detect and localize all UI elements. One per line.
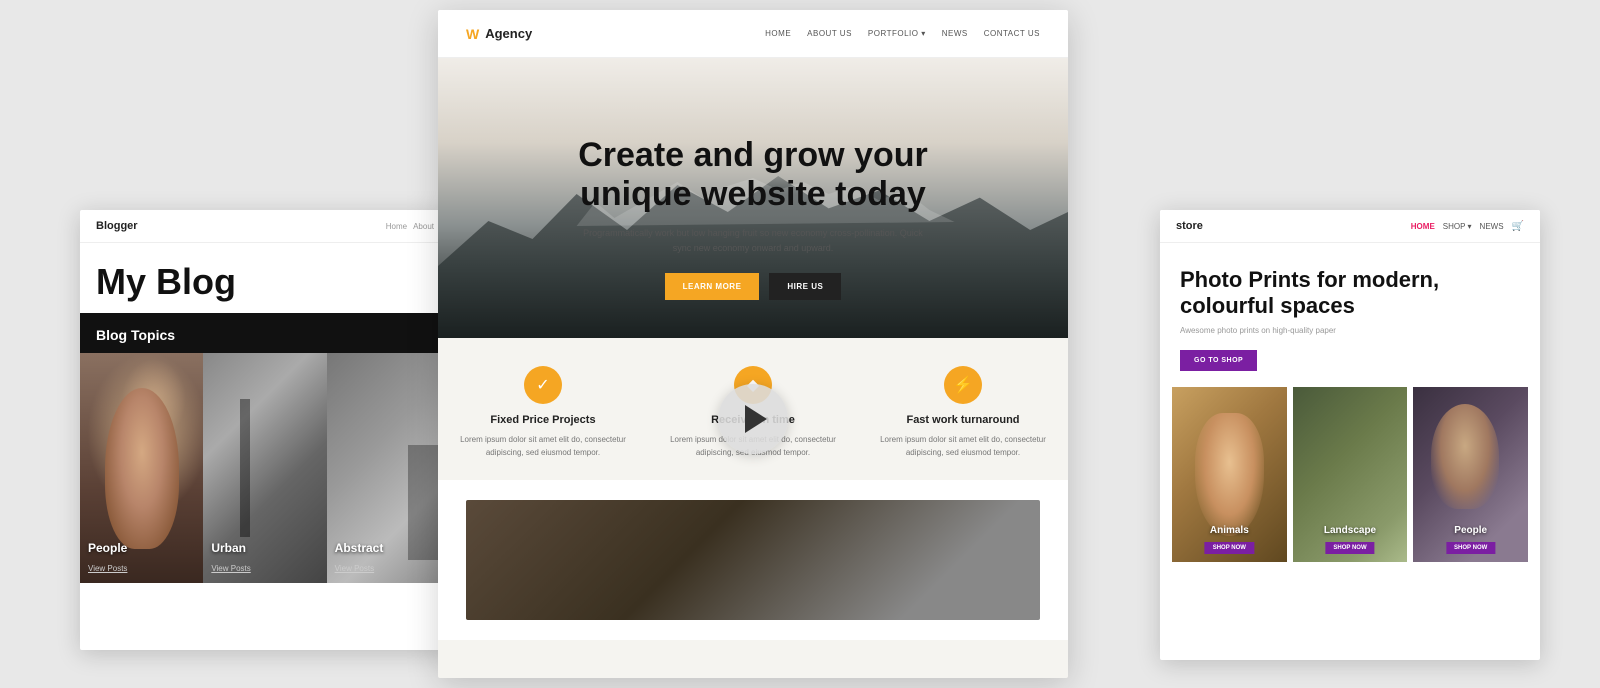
feature-fixed-price-title: Fixed Price Projects: [450, 414, 636, 426]
animals-shop-button[interactable]: SHOP NOW: [1205, 542, 1254, 554]
store-title-line1: Photo Prints for modern,: [1180, 267, 1439, 292]
agency-hero: Create and grow your unique website toda…: [438, 58, 1068, 338]
blogger-card-link-urban[interactable]: View Posts: [211, 564, 250, 573]
agency-logo: W Agency: [466, 26, 532, 42]
learn-more-button[interactable]: LEARN MORE: [665, 273, 760, 300]
blogger-card-link-abstract[interactable]: View Posts: [335, 564, 374, 573]
landscape-shop-button[interactable]: SHOP NOW: [1325, 542, 1374, 554]
agency-bottom: [438, 480, 1068, 640]
blogger-card-urban[interactable]: Urban View Posts: [203, 353, 326, 583]
blogger-nav: Home About: [386, 222, 434, 231]
blogger-topics-label: Blog Topics: [80, 327, 450, 353]
blogger-topics-section: Blog Topics People View Posts Urban View…: [80, 313, 450, 583]
blogger-card-label-abstract: Abstract: [335, 541, 384, 555]
agency-hero-title: Create and grow your unique website toda…: [578, 136, 928, 214]
agency-hero-title-line1: Create and grow your: [578, 136, 928, 174]
hire-us-button[interactable]: HIRE US: [769, 273, 841, 300]
store-nav: HOME SHOP ▾ NEWS 🛒: [1411, 221, 1524, 232]
go-to-shop-button[interactable]: GO TO SHOP: [1180, 350, 1257, 371]
cart-icon[interactable]: 🛒: [1512, 221, 1524, 232]
store-img-landscape[interactable]: Landscape SHOP NOW: [1293, 387, 1408, 562]
feature-fast-work-title: Fast work turnaround: [870, 414, 1056, 426]
people-label: People: [1413, 525, 1528, 536]
blogger-title: My Blog: [80, 243, 450, 313]
agency-nav-about[interactable]: ABOUT US: [807, 29, 852, 38]
agency-card: W Agency HOME ABOUT US PORTFOLIO ▾ NEWS …: [438, 10, 1068, 678]
store-nav-news[interactable]: NEWS: [1480, 222, 1504, 231]
blogger-card: Blogger Home About My Blog Blog Topics P…: [80, 210, 450, 650]
feature-fixed-price: ✓ Fixed Price Projects Lorem ipsum dolor…: [438, 366, 648, 460]
store-logo: store: [1176, 220, 1203, 232]
agency-nav-contact[interactable]: CONTACT US: [984, 29, 1040, 38]
agency-hero-text: Create and grow your unique website toda…: [578, 96, 928, 300]
blogger-card-label-urban: Urban: [211, 541, 246, 555]
blogger-header: Blogger Home About: [80, 210, 450, 243]
agency-bottom-image: [466, 500, 1040, 620]
agency-hero-title-line2: unique website today: [580, 175, 926, 213]
store-content: Photo Prints for modern, colourful space…: [1160, 243, 1540, 387]
feature-fast-work-desc: Lorem ipsum dolor sit amet elit do, cons…: [870, 434, 1056, 460]
blogger-card-label-people: People: [88, 541, 127, 555]
store-nav-home[interactable]: HOME: [1411, 222, 1435, 231]
agency-nav: HOME ABOUT US PORTFOLIO ▾ NEWS CONTACT U…: [765, 29, 1040, 38]
store-title-line2: colourful spaces: [1180, 293, 1355, 318]
blogger-logo: Blogger: [96, 220, 138, 232]
blogger-nav-home[interactable]: Home: [386, 222, 407, 231]
agency-nav-news[interactable]: NEWS: [942, 29, 968, 38]
store-title: Photo Prints for modern, colourful space…: [1180, 267, 1520, 320]
people-shop-button[interactable]: SHOP NOW: [1446, 542, 1495, 554]
agency-nav-portfolio[interactable]: PORTFOLIO ▾: [868, 29, 926, 38]
agency-hero-buttons: LEARN MORE HIRE US: [578, 273, 928, 300]
landscape-label: Landscape: [1293, 525, 1408, 536]
feature-fast-work: ⚡ Fast work turnaround Lorem ipsum dolor…: [858, 366, 1068, 460]
store-img-people[interactable]: People SHOP NOW: [1413, 387, 1528, 562]
agency-nav-home[interactable]: HOME: [765, 29, 791, 38]
agency-logo-text: Agency: [485, 26, 532, 41]
play-button[interactable]: [718, 384, 788, 454]
agency-logo-icon: W: [466, 26, 479, 42]
store-nav-shop[interactable]: SHOP ▾: [1443, 222, 1472, 231]
store-sub: Awesome photo prints on high-quality pap…: [1180, 326, 1520, 335]
blogger-cards-row: People View Posts Urban View Posts Abstr…: [80, 353, 450, 583]
blogger-card-link-people[interactable]: View Posts: [88, 564, 127, 573]
feature-fixed-price-desc: Lorem ipsum dolor sit amet elit do, cons…: [450, 434, 636, 460]
checkmark-icon: ✓: [524, 366, 562, 404]
agency-header: W Agency HOME ABOUT US PORTFOLIO ▾ NEWS …: [438, 10, 1068, 58]
blogger-card-abstract[interactable]: Abstract View Posts: [327, 353, 450, 583]
store-card: store HOME SHOP ▾ NEWS 🛒 Photo Prints fo…: [1160, 210, 1540, 660]
blogger-nav-about[interactable]: About: [413, 222, 434, 231]
animals-label: Animals: [1172, 525, 1287, 536]
lightning-icon: ⚡: [944, 366, 982, 404]
store-img-animals[interactable]: Animals SHOP NOW: [1172, 387, 1287, 562]
store-header: store HOME SHOP ▾ NEWS 🛒: [1160, 210, 1540, 243]
agency-hero-sub: Programmatically work but low hanging fr…: [583, 226, 923, 255]
blogger-card-people[interactable]: People View Posts: [80, 353, 203, 583]
store-images: Animals SHOP NOW Landscape SHOP NOW Peop…: [1160, 387, 1540, 574]
